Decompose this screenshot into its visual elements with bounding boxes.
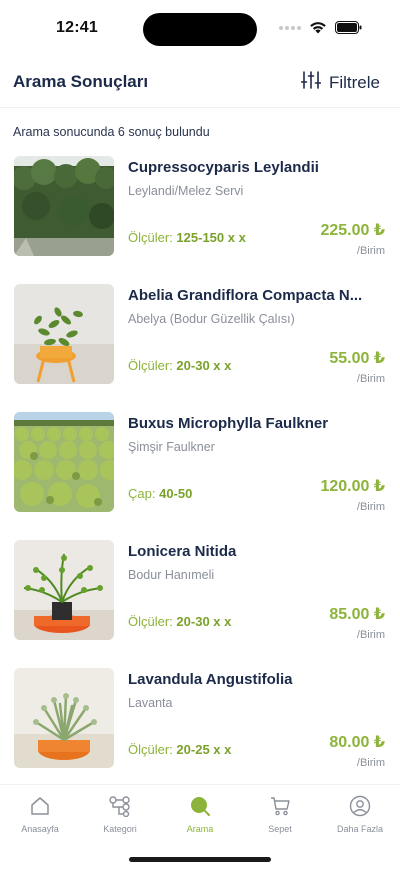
dims-value: 20-30 x x [176,614,232,629]
product-subtitle: Bodur Hanımeli [128,568,215,582]
nav-label: Daha Fazla [336,824,384,834]
dims-value: 40-50 [159,486,193,501]
dims-value: 20-25 x x [176,742,232,757]
filter-label: Filtrele [328,72,380,92]
category-icon [80,795,160,819]
nav-item-search[interactable]: Arama [160,795,240,834]
filter-button[interactable]: Filtrele [300,70,380,95]
nav-item-home[interactable]: Anasayfa [0,795,80,834]
nav-label: Sepet [268,824,292,834]
product-name[interactable]: Lavandula Angustifolia [128,671,386,688]
product-price: 80.00 ₺ [329,734,385,751]
dims-label: Çap: [128,486,156,501]
product-dimensions: Ölçüler: 125-150 x x [128,230,246,245]
dims-value: 20-30 x x [176,358,232,373]
nav-label: Arama [186,824,214,834]
nav-item-cart[interactable]: Sepet [240,795,320,834]
nav-label: Kategori [103,824,137,834]
cart-icon [240,795,320,819]
price-unit: /Birim [356,757,385,769]
product-price: 85.00 ₺ [329,606,385,623]
home-indicator [129,857,271,862]
product-price: 225.00 ₺ [320,222,385,239]
product-dimensions: Ölçüler: 20-30 x x [128,614,231,629]
price-unit: /Birim [356,245,385,257]
nav-label: Anasayfa [21,824,59,834]
status-bar: 12:41 [0,0,400,58]
product-dimensions: Ölçüler: 20-30 x x [128,358,231,373]
product-name[interactable]: Buxus Microphylla Faulkner [128,415,386,432]
product-card[interactable]: Buxus Microphylla Faulkner Şimşir Faulkn… [0,406,400,518]
product-subtitle: Abelya (Bodur Güzellik Çalısı) [128,312,295,326]
product-card[interactable]: Lonicera Nitida Bodur Hanımeli Ölçüler: … [0,534,400,646]
product-card[interactable]: Cupressocyparis Leylandii Leylandi/Melez… [0,150,400,262]
app-header: Arama Sonuçları Filtrele [0,58,400,108]
dims-label: Ölçüler: [128,230,173,245]
search-dot-icon [160,795,240,819]
status-icons [279,21,362,34]
price-unit: /Birim [356,373,385,385]
product-dimensions: Çap: 40-50 [128,486,192,501]
wifi-icon [309,21,327,34]
dims-label: Ölçüler: [128,358,173,373]
product-price: 55.00 ₺ [329,350,385,367]
nav-item-more[interactable]: Daha Fazla [320,795,400,834]
battery-icon [335,21,362,34]
product-image-leylandii [14,156,114,256]
result-count-text: Arama sonucunda 6 sonuç bulundu [13,125,210,139]
dims-label: Ölçüler: [128,742,173,757]
product-card[interactable]: Abelia Grandiflora Compacta N... Abelya … [0,278,400,390]
status-time: 12:41 [56,19,98,36]
product-image-buxus [14,412,114,512]
signal-icon [279,25,301,30]
page-title: Arama Sonuçları [13,72,149,91]
sliders-icon [300,70,322,95]
dims-label: Ölçüler: [128,614,173,629]
product-name[interactable]: Lonicera Nitida [128,543,386,560]
price-unit: /Birim [356,501,385,513]
nav-item-category[interactable]: Kategori [80,795,160,834]
dims-value: 125-150 x x [176,230,246,245]
product-subtitle: Şimşir Faulkner [128,440,215,454]
product-image-lonicera [14,540,114,640]
dynamic-island [143,13,257,46]
product-image-abelia [14,284,114,384]
home-icon [0,795,80,819]
product-image-lavandula [14,668,114,768]
product-dimensions: Ölçüler: 20-25 x x [128,742,231,757]
product-subtitle: Lavanta [128,696,173,710]
price-unit: /Birim [356,629,385,641]
product-name[interactable]: Cupressocyparis Leylandii [128,159,386,176]
product-subtitle: Leylandi/Melez Servi [128,184,244,198]
product-card[interactable]: Lavandula Angustifolia Lavanta Ölçüler: … [0,662,400,774]
product-name[interactable]: Abelia Grandiflora Compacta N... [128,287,386,304]
product-price: 120.00 ₺ [320,478,385,495]
profile-icon [320,795,400,819]
